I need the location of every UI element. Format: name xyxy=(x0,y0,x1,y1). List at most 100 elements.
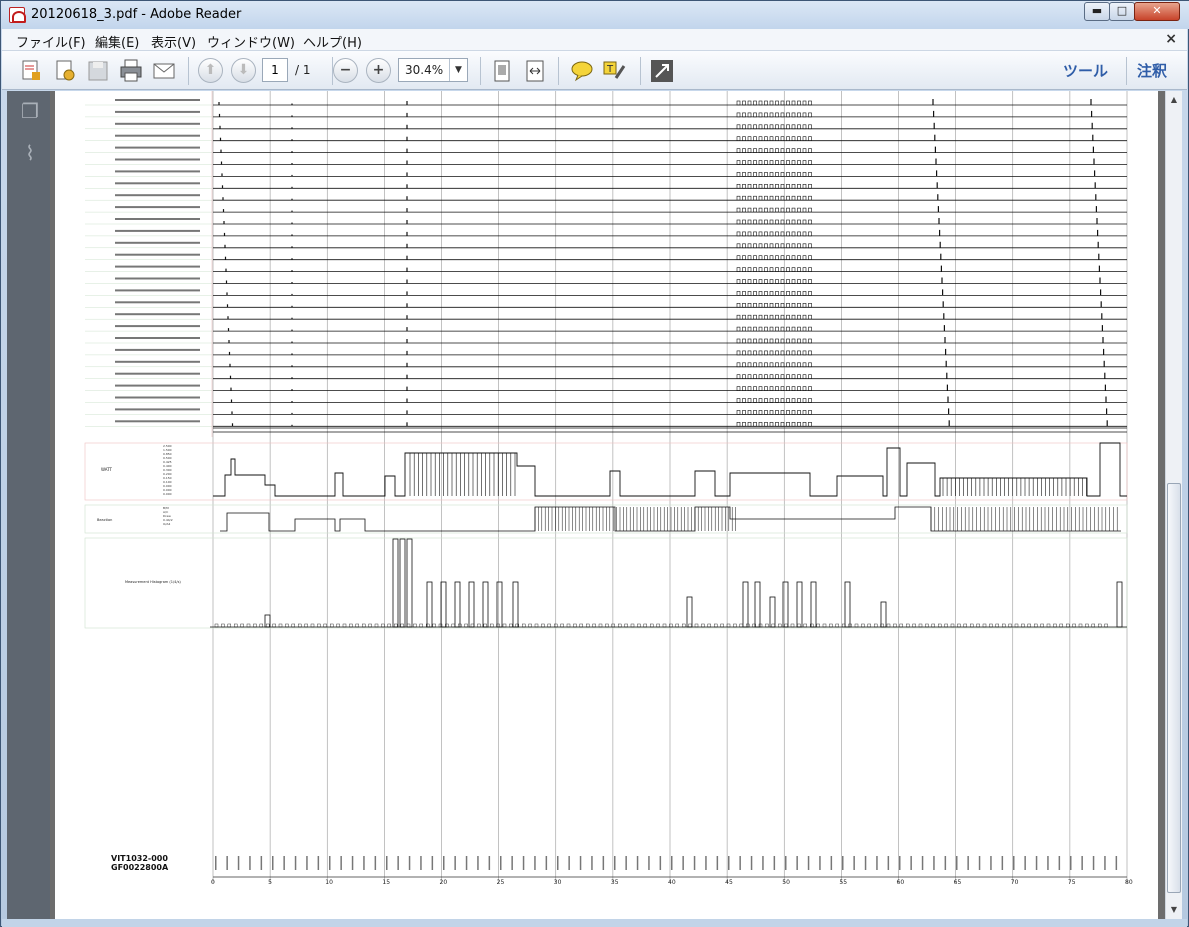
scroll-thumb[interactable] xyxy=(1167,483,1181,893)
document-viewer[interactable]: 0 5 10 15 20 25 30 35 40 45 50 55 60 65 70 75 80 WATT 2.50… xyxy=(50,91,1165,919)
pulse xyxy=(758,148,763,153)
maximize-button[interactable]: □ xyxy=(1109,2,1135,21)
histogram-bar xyxy=(630,623,635,628)
histogram-bar xyxy=(512,581,519,628)
highlight-text-icon[interactable]: T xyxy=(602,58,628,84)
zoom-in-button[interactable]: + xyxy=(366,58,391,83)
timestamp-label xyxy=(762,856,764,870)
pulse xyxy=(742,279,746,284)
pulse xyxy=(736,255,741,260)
previous-page-button[interactable]: ⬆ xyxy=(198,58,223,83)
histogram-bar xyxy=(464,623,468,628)
histogram-bar xyxy=(899,623,903,628)
comment-pane-button[interactable]: 注釈 xyxy=(1137,60,1167,81)
timing-chart: 0 5 10 15 20 25 30 35 40 45 50 55 60 65 70 75 80WATT2.50… xyxy=(84,91,1133,886)
pulse xyxy=(753,350,757,356)
close-button[interactable]: ✕ xyxy=(1134,2,1180,21)
minimize-button[interactable]: ▬ xyxy=(1084,2,1110,21)
close-document-button[interactable]: × xyxy=(1165,31,1177,47)
pulse xyxy=(802,184,807,189)
pulse xyxy=(742,338,746,344)
vertical-scrollbar[interactable]: ▲ ▼ xyxy=(1165,91,1182,919)
zoom-select[interactable]: 30.4% ▼ xyxy=(398,58,468,82)
menu-edit[interactable]: 編集(E) xyxy=(95,32,139,51)
menu-view[interactable]: 表示(V) xyxy=(151,32,196,51)
pulse xyxy=(747,421,752,427)
pulse xyxy=(786,326,790,332)
pulse xyxy=(780,279,785,284)
pulse xyxy=(742,112,746,118)
histogram-bar xyxy=(387,623,391,628)
page-number-input[interactable]: 1 xyxy=(262,58,288,82)
save-icon[interactable] xyxy=(85,58,111,84)
menu-file[interactable]: ファイル(F) xyxy=(16,32,86,51)
create-pdf-icon[interactable] xyxy=(19,58,45,84)
fit-page-icon[interactable] xyxy=(489,58,515,84)
pulse xyxy=(742,184,746,189)
pulse xyxy=(797,100,801,106)
pulse xyxy=(797,410,801,415)
pulse xyxy=(736,112,741,118)
timestamp-label xyxy=(910,856,912,870)
chevron-down-icon[interactable]: ▼ xyxy=(449,59,467,81)
histogram-bar xyxy=(1104,623,1108,628)
timestamp-label xyxy=(351,856,354,870)
histogram-bar xyxy=(782,581,789,628)
pulse xyxy=(797,279,801,284)
scroll-down-arrow[interactable]: ▼ xyxy=(1166,903,1182,917)
pulse xyxy=(736,350,741,356)
histogram-bar xyxy=(278,623,283,628)
comment-icon[interactable] xyxy=(569,58,595,84)
pulse xyxy=(758,303,763,308)
page-thumbnails-icon[interactable]: ❐ xyxy=(19,99,41,123)
pulse xyxy=(736,303,741,308)
pulse xyxy=(769,303,774,308)
pulse xyxy=(786,267,790,272)
zoom-out-button[interactable]: − xyxy=(333,58,358,83)
scroll-up-arrow[interactable]: ▲ xyxy=(1166,93,1182,107)
pulse xyxy=(775,243,779,249)
fit-width-icon[interactable] xyxy=(522,58,548,84)
histogram-bar xyxy=(912,623,916,628)
pulse xyxy=(764,338,768,344)
pulse xyxy=(742,148,746,153)
tools-pane-button[interactable]: ツール xyxy=(1063,60,1108,81)
pulse xyxy=(747,195,752,201)
pulse xyxy=(736,374,741,380)
pulse xyxy=(753,421,757,427)
histogram-bar xyxy=(643,623,647,628)
histogram-bar xyxy=(297,623,302,628)
full-screen-icon[interactable] xyxy=(649,58,675,84)
pulse xyxy=(736,279,741,284)
menu-window[interactable]: ウィンドウ(W) xyxy=(207,32,295,51)
pulse xyxy=(775,267,779,272)
timestamp-label xyxy=(431,856,434,870)
attachments-icon[interactable]: ⌇ xyxy=(19,141,41,165)
pulse xyxy=(797,338,801,344)
pulse xyxy=(780,338,785,344)
pulse xyxy=(758,374,763,380)
watt-panel xyxy=(84,442,1128,501)
pulse xyxy=(786,338,790,344)
timestamp-label xyxy=(693,856,696,870)
menu-bar: ファイル(F) 編集(E) 表示(V) ウィンドウ(W) ヘルプ(H) × xyxy=(2,29,1187,51)
pulse xyxy=(769,184,774,189)
pulse xyxy=(764,207,768,213)
pulse xyxy=(797,362,801,368)
timestamp-label xyxy=(477,856,479,870)
histogram-bar xyxy=(931,623,935,628)
pulse xyxy=(808,291,812,296)
print-icon[interactable] xyxy=(118,58,144,84)
pulse xyxy=(764,184,768,189)
edit-document-icon[interactable] xyxy=(52,58,78,84)
pulse xyxy=(775,314,779,320)
pulse xyxy=(742,398,746,403)
histogram-bar xyxy=(880,601,887,628)
histogram-bar xyxy=(944,623,948,628)
menu-help[interactable]: ヘルプ(H) xyxy=(303,32,362,51)
email-icon[interactable] xyxy=(151,58,177,84)
histogram-bar xyxy=(336,623,340,628)
next-page-button[interactable]: ⬇ xyxy=(231,58,256,83)
pulse xyxy=(802,100,807,106)
pulse xyxy=(802,386,807,391)
